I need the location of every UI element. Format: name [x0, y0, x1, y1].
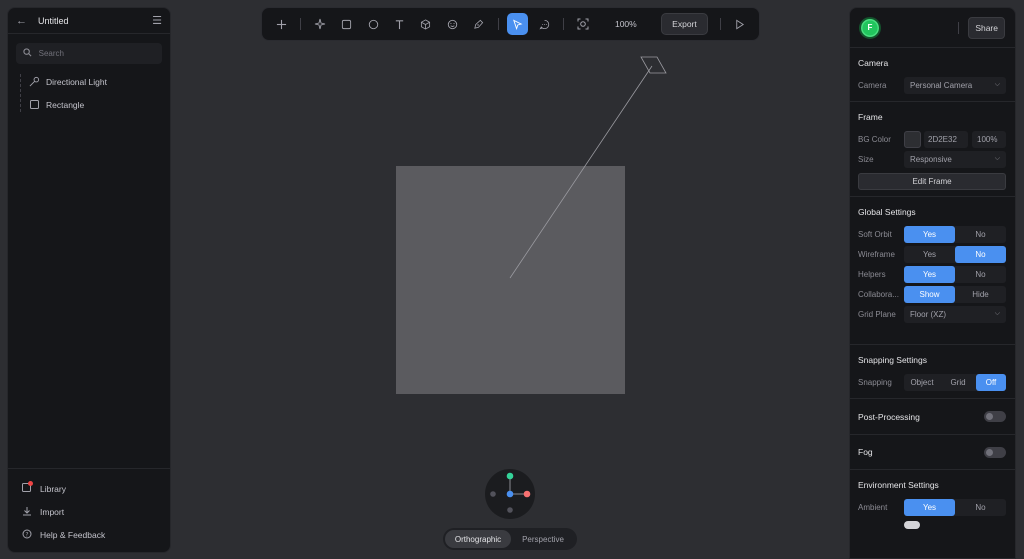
section-title: Snapping Settings: [858, 355, 927, 365]
x-axis-handle[interactable]: [523, 490, 531, 498]
size-select[interactable]: Responsive ⌵: [904, 150, 1006, 168]
section-title: Post-Processing: [858, 411, 920, 422]
chevron-down-icon: ⌵: [994, 81, 1000, 88]
fog-switch[interactable]: [984, 446, 1006, 458]
camera-select[interactable]: Personal Camera ⌵: [904, 76, 1006, 94]
neg-y-axis-handle[interactable]: [507, 507, 513, 513]
collaborators-hide[interactable]: Hide: [955, 286, 1006, 303]
ambient-label: Ambient: [858, 502, 888, 512]
avatar[interactable]: F: [859, 16, 881, 39]
camera-section: Camera Camera Personal Camera ⌵: [850, 48, 1015, 102]
chevron-down-icon: ⌵: [994, 155, 1000, 162]
y-axis-handle[interactable]: [506, 472, 514, 480]
section-title: Global Settings: [858, 207, 916, 217]
ambient-slider-handle[interactable]: [904, 521, 920, 529]
section-title: Camera: [858, 58, 889, 68]
properties-header: F Share: [850, 8, 1015, 48]
header-divider: [958, 21, 960, 34]
snapping-section: Snapping Settings Snapping Object Grid O…: [850, 345, 1015, 399]
snapping-off[interactable]: Off: [976, 373, 1006, 391]
snapping-object[interactable]: Object: [904, 374, 940, 391]
collaborators-label: Collabora...: [858, 289, 899, 299]
grid-plane-label: Grid Plane: [858, 309, 896, 319]
size-value: Responsive: [910, 154, 952, 164]
perspective-option[interactable]: Perspective: [511, 530, 575, 548]
helpers-yes[interactable]: Yes: [904, 265, 955, 283]
wireframe-label: Wireframe: [858, 249, 895, 259]
global-settings-section: Global Settings Soft Orbit Yes No Wirefr…: [850, 197, 1015, 345]
ambient-no[interactable]: No: [955, 499, 1006, 516]
projection-toggle: Orthographic Perspective: [443, 528, 577, 550]
orthographic-option[interactable]: Orthographic: [445, 530, 511, 548]
fog-section: Fog: [850, 435, 1015, 470]
ambient-toggle: Yes No: [904, 498, 1006, 516]
properties-panel: F Share Camera Camera Personal Camera ⌵ …: [849, 7, 1016, 559]
wireframe-no[interactable]: No: [955, 245, 1006, 263]
edit-frame-button[interactable]: Edit Frame: [858, 173, 1006, 190]
chevron-down-icon: ⌵: [994, 310, 1000, 317]
bg-hex-input[interactable]: 2D2E32: [924, 130, 968, 148]
wireframe-yes[interactable]: Yes: [904, 246, 955, 263]
neg-x-axis-handle[interactable]: [490, 491, 496, 497]
environment-section: Environment Settings Ambient Yes No: [850, 470, 1015, 535]
section-title: Frame: [858, 112, 883, 122]
grid-plane-select[interactable]: Floor (XZ) ⌵: [904, 305, 1006, 323]
collaborators-toggle: Show Hide: [904, 285, 1006, 303]
soft-orbit-label: Soft Orbit: [858, 229, 892, 239]
camera-label: Camera: [858, 80, 887, 90]
camera-value: Personal Camera: [910, 80, 973, 90]
directional-light-helper[interactable]: [509, 56, 667, 279]
share-button[interactable]: Share: [968, 16, 1005, 39]
soft-orbit-toggle: Yes No: [904, 225, 1006, 243]
size-label: Size: [858, 154, 874, 164]
z-axis-handle[interactable]: [506, 490, 514, 498]
helpers-no[interactable]: No: [955, 266, 1006, 283]
bg-color-label: BG Color: [858, 134, 891, 144]
section-title: Fog: [858, 447, 873, 457]
wireframe-toggle: Yes No: [904, 245, 1006, 263]
snapping-toggle: Object Grid Off: [904, 373, 1006, 391]
helpers-toggle: Yes No: [904, 265, 1006, 283]
section-title: Environment Settings: [858, 480, 939, 490]
snapping-grid[interactable]: Grid: [940, 374, 976, 391]
post-processing-switch[interactable]: [984, 411, 1006, 422]
collaborators-show[interactable]: Show: [904, 285, 955, 303]
soft-orbit-no[interactable]: No: [955, 226, 1006, 243]
bg-opacity-input[interactable]: 100%: [972, 130, 1006, 148]
post-processing-section: Post-Processing: [850, 399, 1015, 435]
helpers-label: Helpers: [858, 269, 886, 279]
frame-section: Frame BG Color 2D2E32 100% Size Responsi…: [850, 102, 1015, 197]
soft-orbit-yes[interactable]: Yes: [904, 225, 955, 243]
snapping-label: Snapping: [858, 377, 892, 387]
bg-color-swatch[interactable]: [904, 130, 921, 148]
axis-gizmo[interactable]: [485, 469, 535, 519]
ambient-yes[interactable]: Yes: [904, 498, 955, 516]
grid-plane-value: Floor (XZ): [910, 309, 946, 319]
